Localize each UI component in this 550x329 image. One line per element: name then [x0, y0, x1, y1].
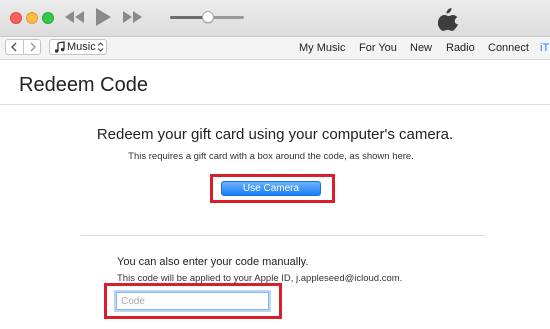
page-title: Redeem Code	[19, 74, 148, 96]
volume-slider-thumb[interactable]	[202, 11, 215, 23]
music-note-icon	[54, 41, 65, 57]
media-type-selector[interactable]: Music	[49, 39, 107, 55]
rewind-icon[interactable]	[64, 8, 86, 31]
tab-connect[interactable]: Connect	[488, 37, 529, 59]
camera-section-subtext: This requires a gift card with a box aro…	[128, 151, 414, 162]
history-buttons	[5, 39, 41, 55]
camera-section-heading: Redeem your gift card using your compute…	[96, 126, 454, 143]
forward-button[interactable]	[24, 40, 41, 54]
apple-logo-icon	[437, 7, 458, 36]
title-divider	[0, 104, 550, 105]
tab-my-music[interactable]: My Music	[299, 37, 345, 59]
media-type-label: Music	[67, 41, 96, 53]
highlight-box-camera	[210, 174, 335, 203]
minimize-window-button[interactable]	[26, 12, 38, 24]
tab-for-you[interactable]: For You	[359, 37, 397, 59]
window-titlebar	[0, 0, 550, 37]
close-window-button[interactable]	[10, 12, 22, 24]
back-button[interactable]	[6, 40, 24, 54]
navigation-bar: Music My Music For You New Radio Connect…	[0, 37, 550, 60]
tab-radio[interactable]: Radio	[446, 37, 475, 59]
tab-new[interactable]: New	[410, 37, 432, 59]
manual-section-heading: You can also enter your code manually.	[117, 256, 309, 268]
maximize-window-button[interactable]	[42, 12, 54, 24]
highlight-box-code	[104, 283, 282, 319]
fast-forward-icon[interactable]	[121, 8, 143, 31]
play-icon[interactable]	[93, 6, 113, 33]
tab-itunes-store[interactable]: iT	[540, 37, 549, 59]
redeem-page: Redeem Code Redeem your gift card using …	[0, 60, 550, 329]
chevron-updown-icon	[97, 41, 104, 57]
section-divider	[81, 235, 485, 236]
